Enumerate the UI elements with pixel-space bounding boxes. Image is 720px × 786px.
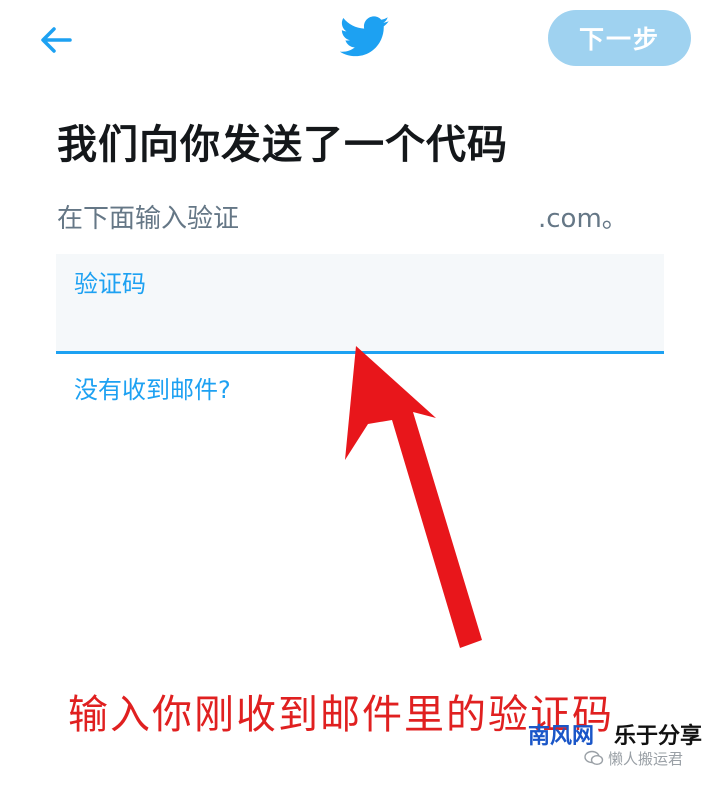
watermark: 南风网 乐于分享 懒人搬运君 <box>528 718 718 778</box>
verification-code-field[interactable]: 验证码 <box>56 254 664 354</box>
next-button[interactable]: 下一步 <box>548 10 691 66</box>
verification-code-label: 验证码 <box>74 270 146 298</box>
email-domain-text: .com。 <box>538 204 628 234</box>
watermark-brand: 南风网 <box>528 724 595 749</box>
wechat-icon <box>584 750 604 766</box>
instruction-text: 在下面输入验证 <box>57 204 240 234</box>
arrow-left-icon <box>41 27 72 53</box>
page-title: 我们向你发送了一个代码 <box>57 122 508 168</box>
twitter-bird-icon <box>340 16 390 57</box>
verification-code-input[interactable] <box>74 302 648 344</box>
top-bar: 下一步 <box>0 0 720 80</box>
watermark-sub: 懒人搬运君 <box>608 750 684 768</box>
watermark-brand-suffix: 乐于分享 <box>614 724 703 749</box>
back-button[interactable] <box>34 18 78 62</box>
no-email-link[interactable]: 没有收到邮件? <box>74 370 231 405</box>
